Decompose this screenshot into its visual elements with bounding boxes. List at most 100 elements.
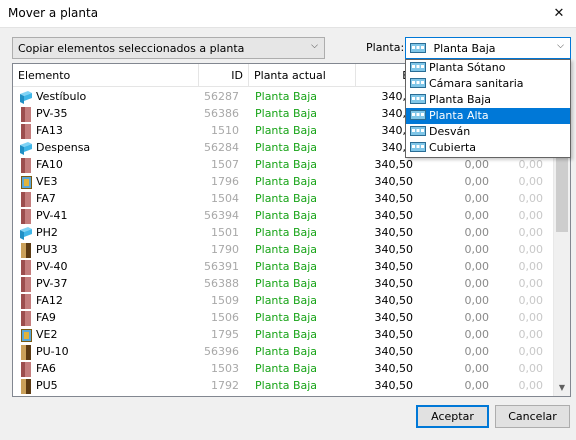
element-name-cell: PU-10: [19, 343, 199, 360]
element-name-cell: PU5: [19, 377, 199, 394]
f-cell: 0,00: [464, 294, 490, 307]
window-title: Mover a planta: [8, 6, 99, 20]
planta-option[interactable]: Desván: [406, 124, 570, 140]
g-cell: 0,00: [518, 277, 544, 290]
door-icon: [21, 242, 31, 258]
element-name-cell: VE3: [19, 173, 199, 190]
g-cell: 0,00: [518, 192, 544, 205]
table-row[interactable]: FA6 1503 Planta Baja 340,50 0,00 0,00: [13, 360, 553, 377]
wall-icon: [21, 361, 31, 377]
room-icon: [20, 90, 32, 104]
f-cell: 0,00: [464, 328, 490, 341]
e-cell: 340,50: [374, 379, 414, 392]
table-row[interactable]: PU5 1792 Planta Baja 340,50 0,00 0,00: [13, 377, 553, 394]
planta-select-value: Planta Baja: [433, 41, 496, 55]
planta-cell: Planta Baja: [255, 226, 318, 239]
f-cell: 0,00: [464, 209, 490, 222]
element-name-cell: Despensa: [19, 139, 199, 156]
table-row[interactable]: FA9 1506 Planta Baja 340,50 0,00 0,00: [13, 309, 553, 326]
element-name-cell: FA6: [19, 360, 199, 377]
planta-cell: Planta Baja: [255, 277, 318, 290]
element-name-cell: PU3: [19, 241, 199, 258]
planta-cell: Planta Baja: [255, 90, 318, 103]
element-name-cell: PV-35: [19, 105, 199, 122]
element-name-cell: FA12: [19, 292, 199, 309]
planta-option[interactable]: Cubierta: [406, 140, 570, 156]
g-cell: 0,00: [518, 379, 544, 392]
planta-cell: Planta Baja: [255, 141, 318, 154]
element-name: PU-10: [36, 345, 69, 358]
e-cell: 340,50: [374, 175, 414, 188]
f-cell: 0,00: [464, 379, 490, 392]
id-cell: 56284: [204, 141, 239, 154]
g-cell: 0,00: [518, 311, 544, 324]
g-cell: 0,00: [518, 243, 544, 256]
column-header-id[interactable]: ID: [199, 64, 249, 87]
column-header-elemento[interactable]: Elemento: [13, 64, 199, 87]
element-name: PU3: [36, 243, 58, 256]
table-row[interactable]: PU3 1790 Planta Baja 340,50 0,00 0,00: [13, 241, 553, 258]
wall-icon: [21, 208, 31, 224]
table-row[interactable]: PV-40 56391 Planta Baja 340,50 0,00 0,00: [13, 258, 553, 275]
f-cell: 0,00: [464, 345, 490, 358]
planta-cell: Planta Baja: [255, 311, 318, 324]
cancel-button[interactable]: Cancelar: [495, 405, 570, 428]
planta-option-label: Cubierta: [429, 141, 477, 154]
table-row[interactable]: PH2 1501 Planta Baja 340,50 0,00 0,00: [13, 224, 553, 241]
window-icon: [21, 175, 32, 189]
g-cell: 0,00: [518, 175, 544, 188]
g-cell: 0,00: [518, 260, 544, 273]
planta-option[interactable]: Planta Sótano: [406, 60, 570, 76]
id-cell: 1792: [211, 379, 239, 392]
e-cell: 340,50: [374, 260, 414, 273]
table-row[interactable]: PV-41 56394 Planta Baja 340,50 0,00 0,00: [13, 207, 553, 224]
room-icon: [20, 226, 32, 240]
table-row[interactable]: VE2 1795 Planta Baja 340,50 0,00 0,00: [13, 326, 553, 343]
id-cell: 1504: [211, 192, 239, 205]
mode-select[interactable]: Copiar elementos seleccionados a planta …: [12, 37, 325, 59]
planta-option-label: Cámara sanitaria: [429, 77, 524, 90]
level-icon: [410, 43, 426, 53]
e-cell: 340,50: [374, 226, 414, 239]
e-cell: 340,50: [374, 311, 414, 324]
element-name-cell: VE2: [19, 326, 199, 343]
planta-option[interactable]: Planta Baja: [406, 92, 570, 108]
window-icon: [21, 328, 32, 342]
level-icon: [410, 110, 426, 120]
id-cell: 1507: [211, 158, 239, 171]
planta-option[interactable]: Planta Alta: [406, 108, 570, 124]
level-icon: [410, 62, 426, 72]
id-cell: 1509: [211, 294, 239, 307]
g-cell: 0,00: [518, 362, 544, 375]
e-cell: 340,50: [374, 243, 414, 256]
f-cell: 0,00: [464, 260, 490, 273]
table-row[interactable]: FA12 1509 Planta Baja 340,50 0,00 0,00: [13, 292, 553, 309]
g-cell: 0,00: [518, 209, 544, 222]
e-cell: 340,50: [374, 345, 414, 358]
e-cell: 340,50: [374, 209, 414, 222]
id-cell: 56391: [204, 260, 239, 273]
id-cell: 1790: [211, 243, 239, 256]
accept-button[interactable]: Aceptar: [416, 405, 489, 428]
close-icon[interactable]: ✕: [542, 0, 576, 28]
table-row[interactable]: FA7 1504 Planta Baja 340,50 0,00 0,00: [13, 190, 553, 207]
element-name: FA12: [36, 294, 63, 307]
table-row[interactable]: PV-37 56388 Planta Baja 340,50 0,00 0,00: [13, 275, 553, 292]
id-cell: 56394: [204, 209, 239, 222]
element-name: PU5: [36, 379, 58, 392]
wall-icon: [21, 259, 31, 275]
f-cell: 0,00: [464, 311, 490, 324]
planta-option-label: Planta Baja: [429, 93, 492, 106]
g-cell: 0,00: [518, 294, 544, 307]
column-header-planta[interactable]: Planta actual: [249, 64, 356, 87]
table-row[interactable]: FA10 1507 Planta Baja 340,50 0,00 0,00: [13, 156, 553, 173]
table-row[interactable]: VE3 1796 Planta Baja 340,50 0,00 0,00: [13, 173, 553, 190]
g-cell: 0,00: [518, 328, 544, 341]
planta-option[interactable]: Cámara sanitaria: [406, 76, 570, 92]
planta-select[interactable]: Planta Baja ⌵: [405, 37, 571, 59]
id-cell: 56287: [204, 90, 239, 103]
table-row[interactable]: PU-10 56396 Planta Baja 340,50 0,00 0,00: [13, 343, 553, 360]
planta-cell: Planta Baja: [255, 175, 318, 188]
scroll-down-icon[interactable]: ▼: [554, 379, 570, 396]
planta-cell: Planta Baja: [255, 192, 318, 205]
